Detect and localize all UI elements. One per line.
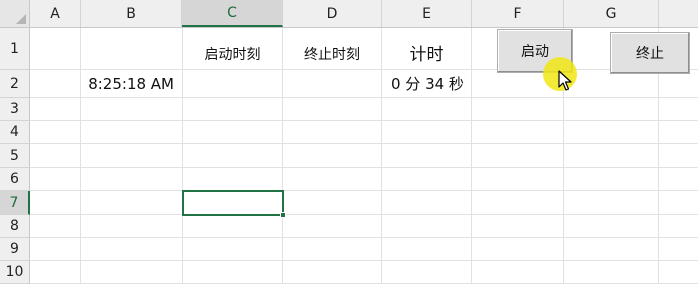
row-header-6[interactable]: 6 [0,168,30,191]
spreadsheet-grid: A B C D E F G 1 2 3 4 5 6 7 8 9 10 启动时刻 … [0,0,698,284]
row-gridline [30,190,698,191]
column-gridline [471,28,472,284]
stop-button[interactable]: 终止 [610,32,690,74]
fill-handle[interactable] [280,212,286,218]
cell-e2-elapsed-value[interactable]: 0 分 34 秒 [382,70,471,97]
arrow-cursor-icon [558,70,572,91]
row-gridline [30,120,698,121]
column-header-f[interactable]: F [472,0,564,27]
column-header-a[interactable]: A [30,0,81,27]
row-header-2[interactable]: 2 [0,70,30,98]
row-gridline [30,260,698,261]
row-header-9[interactable]: 9 [0,238,30,261]
row-header-5[interactable]: 5 [0,144,30,168]
column-gridline [80,28,81,284]
row-header-1[interactable]: 1 [0,28,30,70]
column-header-d[interactable]: D [283,0,382,27]
row-header-10[interactable]: 10 [0,261,30,284]
cell-d1-stop-time-header[interactable]: 终止时刻 [283,28,381,69]
select-all-corner[interactable] [0,0,30,27]
cell-e1-timer-header[interactable]: 计时 [382,28,471,69]
cell-c1-start-time-header[interactable]: 启动时刻 [183,28,282,69]
column-header-h[interactable] [659,0,698,27]
row-gridline [30,237,698,238]
active-cell-c7[interactable] [182,190,284,216]
column-header-c[interactable]: C [182,0,283,27]
column-header-g[interactable]: G [564,0,659,27]
cell-b2-start-time-value[interactable]: 8:25:18 AM [81,70,182,97]
column-header-b[interactable]: B [81,0,182,27]
row-header-3[interactable]: 3 [0,98,30,121]
row-gridline [30,143,698,144]
row-header-8[interactable]: 8 [0,215,30,238]
row-header-7[interactable]: 7 [0,191,30,215]
column-header-e[interactable]: E [382,0,472,27]
row-gridline [30,214,698,215]
row-gridline [30,167,698,168]
row-gridline [30,97,698,98]
row-header-4[interactable]: 4 [0,121,30,144]
